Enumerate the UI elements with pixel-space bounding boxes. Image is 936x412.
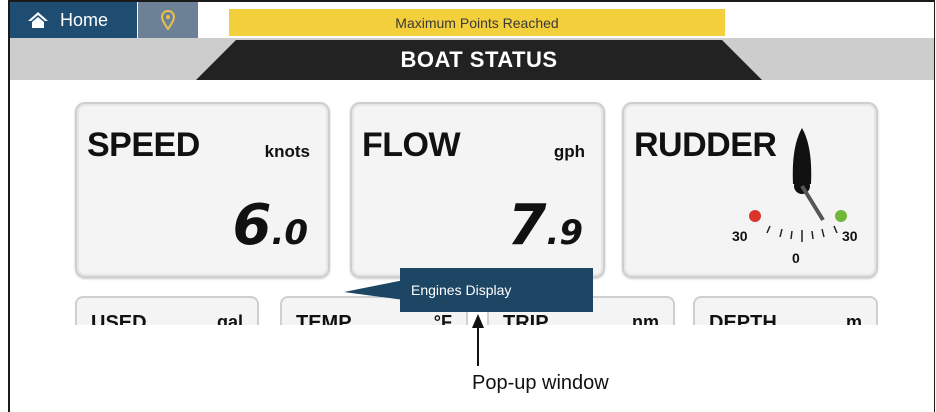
flow-value-dec: .9 [546, 213, 583, 253]
annotation-arrow-icon [472, 314, 484, 366]
flow-title: FLOW [362, 126, 461, 164]
location-pin-icon [161, 10, 175, 30]
home-button[interactable]: Home [10, 2, 137, 38]
port-indicator-icon [749, 210, 761, 222]
speed-card[interactable]: SPEED knots 6.0 [75, 102, 330, 278]
speed-title: SPEED [87, 126, 200, 164]
speed-value-int: 6 [232, 193, 272, 258]
speed-unit: knots [264, 142, 310, 161]
popup-pointer [344, 280, 404, 300]
starboard-indicator-icon [835, 210, 847, 222]
home-icon [20, 2, 56, 38]
speed-value-dec: .0 [271, 213, 308, 253]
rudder-left-label: 30 [732, 228, 748, 244]
rudder-gauge [749, 128, 847, 242]
engines-display-popup[interactable]: Engines Display [400, 268, 593, 312]
rudder-center-label: 0 [792, 250, 800, 266]
rudder-right-label: 30 [842, 228, 858, 244]
flow-value: 7.9 [507, 193, 583, 258]
speed-value: 6.0 [232, 193, 308, 258]
alert-banner: Maximum Points Reached [229, 9, 725, 36]
flow-card[interactable]: FLOW gph 7.9 [350, 102, 605, 278]
annotation-caption: Pop-up window [472, 372, 609, 394]
flow-value-int: 7 [507, 193, 547, 258]
page-title: BOAT STATUS [400, 47, 558, 72]
rudder-blade-icon [792, 128, 812, 184]
flow-unit: gph [553, 142, 585, 161]
home-label: Home [60, 9, 109, 30]
rudder-card[interactable]: RUDDER 30 30 0 [622, 102, 878, 278]
waypoint-button[interactable] [138, 2, 198, 38]
